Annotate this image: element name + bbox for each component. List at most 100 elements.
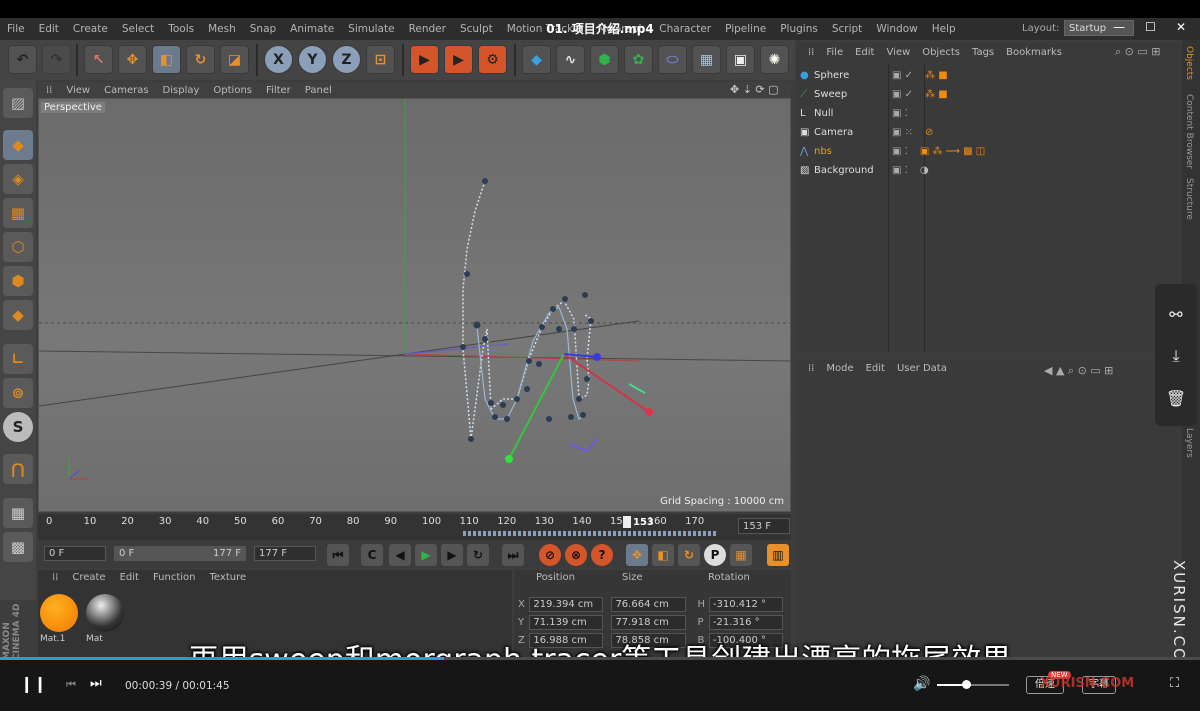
minimize-button[interactable]: — — [1113, 20, 1125, 34]
spline-pen-icon[interactable]: ∿ — [556, 45, 585, 74]
y-axis-lock-button[interactable]: Y — [298, 45, 327, 74]
material-menu-item[interactable]: Create — [72, 572, 105, 583]
recent-tool-icon[interactable]: ◪ — [220, 45, 249, 74]
delete-icon[interactable]: 🗑 — [1155, 378, 1197, 418]
key-rotation-icon[interactable]: ↻ — [678, 544, 700, 566]
object-row[interactable]: ▣ Camera ▣ ⁙ ⊘ — [800, 123, 1178, 141]
next-frame-icon[interactable]: ▶ — [441, 544, 463, 566]
attribute-menu-item[interactable]: Edit — [866, 363, 885, 374]
tab-objects[interactable]: Objects — [1184, 46, 1194, 80]
attribute-nav-icons[interactable]: ◀ ▲ ⌕ ⊙ ▭ ⊞ — [1044, 364, 1113, 378]
next-button[interactable]: ⏭ — [90, 676, 102, 691]
viewport-menu-item[interactable]: Panel — [305, 85, 332, 96]
edges-mode-icon[interactable]: ⬢ — [3, 266, 33, 296]
size-x-field[interactable]: 76.664 cm — [611, 596, 686, 612]
autokey-icon[interactable]: ⊗ — [565, 544, 587, 566]
undo-icon[interactable]: ↶ — [8, 45, 37, 74]
tweak-mode-icon[interactable]: ⊚ — [3, 378, 33, 408]
object-menu-item[interactable]: Edit — [855, 47, 874, 58]
tab-structure[interactable]: Structure — [1184, 178, 1194, 220]
viewport-menu-item[interactable]: Cameras — [104, 85, 148, 96]
viewport-nav-icons[interactable]: ✥ ⇣ ⟳ ▢ — [730, 83, 779, 96]
share-icon[interactable]: ⚯ — [1155, 294, 1197, 334]
scale-tool-icon[interactable]: ◧ — [152, 45, 181, 74]
visibility-toggle[interactable]: ▣ ✓ — [892, 89, 913, 100]
viewport-menu-item[interactable]: View — [66, 85, 90, 96]
render-settings-icon[interactable]: ⚙ — [478, 45, 507, 74]
attribute-menu-item[interactable]: User Data — [897, 363, 947, 374]
volume-icon[interactable]: 🔊 — [913, 676, 930, 692]
key-pla-icon[interactable]: ▦ — [730, 544, 752, 566]
record-key-icon[interactable]: ⊘ — [539, 544, 561, 566]
viewport-3d[interactable]: Perspective Grid Spacing: 10000 cm — [38, 98, 791, 512]
visibility-toggle[interactable]: ▣ ✓ — [892, 70, 913, 81]
cloner-icon[interactable]: ✿ — [624, 45, 653, 74]
object-menu-item[interactable]: File — [826, 47, 843, 58]
rotation-h-field[interactable]: -310.412 ° — [708, 596, 783, 612]
keyframe-selection-icon[interactable]: ? — [591, 544, 613, 566]
polygons-mode-icon[interactable]: ◆ — [3, 300, 33, 330]
search-icon[interactable]: ⌕ ⊙ ▭ ⊞ — [1115, 45, 1160, 59]
play-forward-icon[interactable]: ▶ — [415, 544, 437, 566]
workplane-icon[interactable]: ▦ — [3, 498, 33, 528]
light-icon[interactable]: ✺ — [760, 45, 789, 74]
object-menu-item[interactable]: Tags — [972, 47, 994, 58]
visibility-toggle[interactable]: ▣ ⁙ — [892, 127, 913, 138]
object-row[interactable]: ▨ Background ▣ ⁚ ◑ — [800, 161, 1178, 179]
quantize-icon[interactable]: ▩ — [3, 532, 33, 562]
prev-key-icon[interactable]: C — [361, 544, 383, 566]
rotation-p-field[interactable]: -21.316 ° — [708, 614, 783, 630]
position-y-field[interactable]: 71.139 cm — [529, 614, 604, 630]
close-button[interactable]: ✕ — [1176, 20, 1186, 34]
volume-knob[interactable] — [961, 680, 971, 689]
model-mode-icon[interactable]: ◆ — [3, 130, 33, 160]
cube-primitive-icon[interactable]: ◆ — [522, 45, 551, 74]
points-mode-icon[interactable]: ⬡ — [3, 232, 33, 262]
material-swatch-chrome[interactable] — [86, 594, 124, 632]
previous-button[interactable]: ⏮ — [66, 678, 76, 692]
texture-mode-icon[interactable]: ◈ — [3, 164, 33, 194]
goto-end-icon[interactable]: ⏭ — [502, 544, 524, 566]
subdivision-surface-icon[interactable]: ⬢ — [590, 45, 619, 74]
end-frame-field[interactable]: 177 F — [254, 546, 316, 561]
pause-button[interactable]: ❙❙ — [20, 674, 47, 693]
viewport-menu-item[interactable]: Filter — [266, 85, 291, 96]
object-menu-item[interactable]: Bookmarks — [1006, 47, 1062, 58]
frame-range-slider[interactable]: 0 F 177 F — [114, 546, 246, 561]
deformer-icon[interactable]: ⬭ — [658, 45, 687, 74]
timeline-ruler[interactable]: 0 10 20 30 40 50 60 70 80 90 100 110 120 130 140 150 160… — [38, 514, 791, 540]
fullscreen-icon[interactable]: ⛶ — [1170, 676, 1179, 691]
key-parameter-icon[interactable]: P — [704, 544, 726, 566]
render-view-icon[interactable]: ▶ — [410, 45, 439, 74]
tab-content-browser[interactable]: Content Browser — [1184, 94, 1194, 169]
key-position-icon[interactable]: ✥ — [626, 544, 648, 566]
object-row[interactable]: ● Sphere ▣ ✓ ⁂ ■ — [800, 66, 1178, 84]
object-row[interactable]: L Null ▣ ⁚ — [800, 104, 1178, 122]
current-frame-field[interactable]: 153 F — [738, 518, 790, 534]
next-key-icon[interactable]: ↻ — [467, 544, 489, 566]
viewport-menu-item[interactable]: Display — [163, 85, 200, 96]
attribute-menu-item[interactable]: Mode — [826, 363, 853, 374]
material-menu-item[interactable]: Edit — [120, 572, 139, 583]
rotate-tool-icon[interactable]: ↻ — [186, 45, 215, 74]
object-row[interactable]: ⋀ nbs ▣ ⁚ ▣ ⁂ ⟿ ▩ ◫ — [800, 142, 1178, 160]
goto-start-icon[interactable]: ⏮ — [327, 544, 349, 566]
object-row[interactable]: ⟋ Sweep ▣ ✓ ⁂ ■ — [800, 85, 1178, 103]
visibility-toggle[interactable]: ▣ ⁚ — [892, 165, 908, 176]
visibility-toggle[interactable]: ▣ ⁚ — [892, 108, 908, 119]
x-axis-lock-button[interactable]: X — [264, 45, 293, 74]
object-menu-item[interactable]: View — [886, 47, 910, 58]
maximize-button[interactable]: ☐ — [1145, 20, 1156, 34]
magnet-icon[interactable]: ⋂ — [3, 454, 33, 484]
z-axis-lock-button[interactable]: Z — [332, 45, 361, 74]
floor-icon[interactable]: ▦ — [692, 45, 721, 74]
move-tool-icon[interactable]: ✥ — [118, 45, 147, 74]
camera-icon[interactable]: ▣ — [726, 45, 755, 74]
timeline-window-icon[interactable]: ▥ — [767, 544, 789, 566]
object-menu-item[interactable]: Objects — [922, 47, 960, 58]
select-tool-icon[interactable]: ↖ — [84, 45, 113, 74]
start-frame-field[interactable]: 0 F — [44, 546, 106, 561]
tab-layers[interactable]: Layers — [1184, 428, 1194, 458]
material-menu-item[interactable]: Function — [153, 572, 196, 583]
material-swatch-orange[interactable] — [40, 594, 78, 632]
